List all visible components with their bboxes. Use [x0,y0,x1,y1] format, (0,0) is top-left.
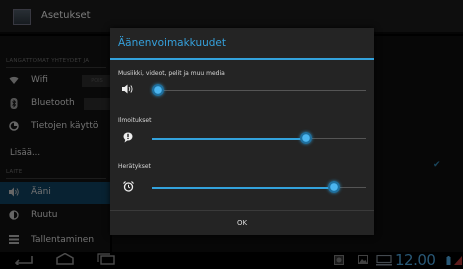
alarm-volume-label: Herätykset [118,163,151,170]
notification-volume-fill [152,137,307,140]
alarm-volume-thumb[interactable] [327,181,340,193]
title-divider [110,58,374,60]
speaker-icon[interactable] [122,84,134,96]
notification-volume-label: Ilmoitukset [118,117,152,124]
dialog-title: Äänenvoimakkuudet [118,37,226,49]
notification-volume-thumb[interactable] [300,132,313,144]
media-volume-slider[interactable] [152,84,366,96]
media-volume-label: Musiikki, videot, pelit ja muu media [118,70,225,77]
alarm-clock-icon[interactable] [122,181,134,193]
notification-volume-slider[interactable] [152,132,366,144]
alarm-volume-fill [152,186,334,189]
volume-dialog: Äänenvoimakkuudet Musiikki, videot, peli… [110,28,374,235]
media-volume-thumb[interactable] [152,84,164,96]
notification-icon[interactable] [122,132,134,144]
ok-button[interactable]: OK [110,211,374,235]
alarm-volume-slider[interactable] [152,181,366,193]
